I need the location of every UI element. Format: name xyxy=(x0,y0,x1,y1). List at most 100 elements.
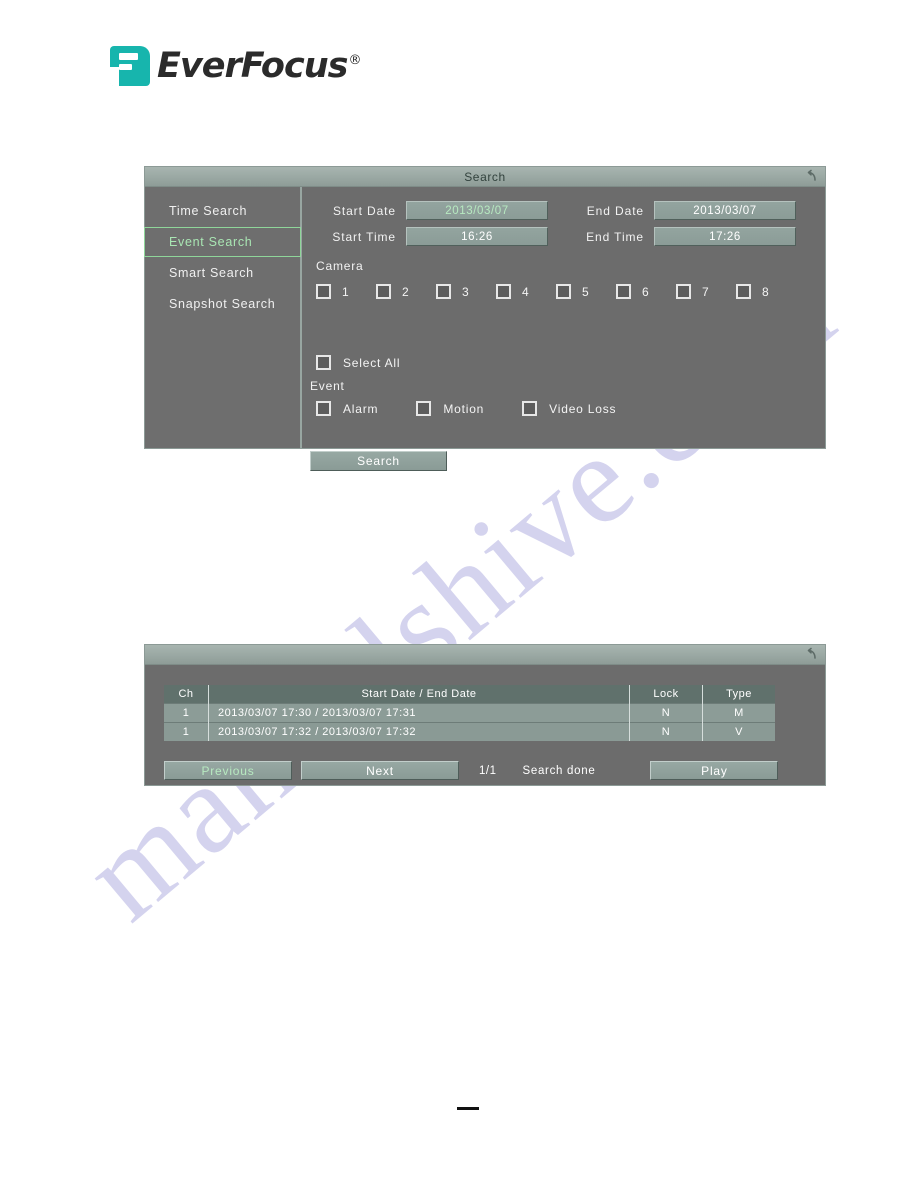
search-sidebar: Time Search Event Search Smart Search Sn… xyxy=(144,187,302,448)
end-date-input[interactable]: 2013/03/07 xyxy=(654,201,796,220)
cell-lock: N xyxy=(629,703,703,723)
table-header-row: Ch Start Date / End Date Lock Type xyxy=(164,685,775,704)
table-row[interactable]: 1 2013/03/07 17:32 / 2013/03/07 17:32 N … xyxy=(164,722,775,741)
end-date-label: End Date xyxy=(586,203,644,218)
camera-checkbox-2[interactable]: 2 xyxy=(376,284,436,299)
camera-checkbox-row: 1 2 3 4 5 6 7 8 xyxy=(316,284,806,299)
search-status-text: Search done xyxy=(522,764,596,777)
end-fields-column: End Date 2013/03/07 End Time 17:26 xyxy=(570,201,796,253)
end-time-row: End Time 17:26 xyxy=(570,227,796,246)
event-section-label: Event xyxy=(310,379,345,393)
datetime-fields: Start Date 2013/03/07 Start Time 16:26 E… xyxy=(314,201,796,253)
search-dialog-title: Search xyxy=(464,169,506,184)
sidebar-item-label: Time Search xyxy=(169,204,248,218)
back-arrow-icon[interactable] xyxy=(804,647,818,661)
start-date-label: Start Date xyxy=(332,203,396,218)
cell-lock: N xyxy=(629,722,703,741)
cell-ch: 1 xyxy=(164,703,209,723)
start-time-input[interactable]: 16:26 xyxy=(406,227,548,246)
column-header-date-range: Start Date / End Date xyxy=(208,685,630,704)
everfocus-logo-icon xyxy=(110,46,150,86)
checkbox-icon[interactable] xyxy=(316,355,331,370)
results-dialog-titlebar xyxy=(145,645,825,665)
checkbox-icon[interactable] xyxy=(522,401,538,416)
page-indicator: 1/1 xyxy=(479,764,497,777)
end-time-label: End Time xyxy=(586,229,644,244)
sidebar-item-snapshot-search[interactable]: Snapshot Search xyxy=(145,289,300,319)
next-page-button[interactable]: Next xyxy=(301,761,459,780)
checkbox-icon[interactable] xyxy=(416,401,432,416)
event-option-label: Motion xyxy=(443,401,485,416)
column-header-ch: Ch xyxy=(164,685,209,704)
end-time-input[interactable]: 17:26 xyxy=(654,227,796,246)
sidebar-item-label: Event Search xyxy=(169,235,253,249)
search-results-dialog: Ch Start Date / End Date Lock Type 1 201… xyxy=(145,645,825,785)
end-date-row: End Date 2013/03/07 xyxy=(570,201,796,220)
camera-number-label: 3 xyxy=(462,284,470,299)
camera-number-label: 5 xyxy=(582,284,590,299)
cell-ch: 1 xyxy=(164,722,209,741)
back-arrow-icon[interactable] xyxy=(804,169,818,183)
column-header-type: Type xyxy=(702,685,775,704)
sidebar-item-smart-search[interactable]: Smart Search xyxy=(145,258,300,288)
checkbox-icon[interactable] xyxy=(616,284,631,299)
brand-logo: EverFocus® xyxy=(110,45,361,86)
camera-number-label: 2 xyxy=(402,284,410,299)
camera-checkbox-3[interactable]: 3 xyxy=(436,284,496,299)
select-all-label: Select All xyxy=(343,355,401,370)
search-results-table: Ch Start Date / End Date Lock Type 1 201… xyxy=(164,685,775,741)
previous-page-button[interactable]: Previous xyxy=(164,761,292,780)
camera-checkbox-1[interactable]: 1 xyxy=(316,284,376,299)
camera-checkbox-8[interactable]: 8 xyxy=(736,284,796,299)
checkbox-icon[interactable] xyxy=(316,284,331,299)
cell-date-range: 2013/03/07 17:32 / 2013/03/07 17:32 xyxy=(208,722,630,741)
event-option-label: Video Loss xyxy=(549,401,617,416)
camera-checkbox-5[interactable]: 5 xyxy=(556,284,616,299)
search-form-panel: Start Date 2013/03/07 Start Time 16:26 E… xyxy=(302,187,825,471)
cell-date-range: 2013/03/07 17:30 / 2013/03/07 17:31 xyxy=(208,703,630,723)
camera-checkbox-4[interactable]: 4 xyxy=(496,284,556,299)
page-number-rule xyxy=(457,1107,479,1110)
select-all-checkbox[interactable]: Select All xyxy=(316,355,400,370)
event-checkbox-row: Alarm Motion Video Loss xyxy=(316,401,654,416)
sidebar-item-label: Smart Search xyxy=(169,266,254,280)
camera-checkbox-7[interactable]: 7 xyxy=(676,284,736,299)
checkbox-icon[interactable] xyxy=(496,284,511,299)
search-submit-button[interactable]: Search xyxy=(310,451,447,471)
sidebar-item-time-search[interactable]: Time Search xyxy=(145,196,300,226)
start-date-input[interactable]: 2013/03/07 xyxy=(406,201,548,220)
camera-number-label: 7 xyxy=(702,284,710,299)
checkbox-icon[interactable] xyxy=(736,284,751,299)
checkbox-icon[interactable] xyxy=(376,284,391,299)
event-checkbox-motion[interactable]: Motion xyxy=(416,401,484,416)
checkbox-icon[interactable] xyxy=(436,284,451,299)
registered-trademark-icon: ® xyxy=(348,52,361,68)
start-time-label: Start Time xyxy=(332,229,396,244)
event-option-label: Alarm xyxy=(343,401,379,416)
checkbox-icon[interactable] xyxy=(676,284,691,299)
start-date-row: Start Date 2013/03/07 xyxy=(314,201,548,220)
search-dialog: Search Time Search Event Search Smart Se… xyxy=(144,167,825,471)
cell-type: M xyxy=(702,703,775,723)
camera-section-label: Camera xyxy=(316,259,364,273)
table-row[interactable]: 1 2013/03/07 17:30 / 2013/03/07 17:31 N … xyxy=(164,703,775,723)
brand-name: EverFocus® xyxy=(157,45,361,86)
sidebar-item-label: Snapshot Search xyxy=(169,297,276,311)
checkbox-icon[interactable] xyxy=(316,401,331,416)
camera-section: Camera 1 2 3 4 5 6 7 8 xyxy=(316,259,806,299)
results-footer: Previous Next 1/1 Search done Play xyxy=(164,761,815,780)
event-checkbox-alarm[interactable]: Alarm xyxy=(316,401,378,416)
camera-number-label: 4 xyxy=(522,284,530,299)
camera-number-label: 6 xyxy=(642,284,650,299)
cell-type: V xyxy=(702,722,775,741)
sidebar-item-event-search[interactable]: Event Search xyxy=(144,227,301,257)
event-checkbox-video-loss[interactable]: Video Loss xyxy=(522,401,616,416)
checkbox-icon[interactable] xyxy=(556,284,571,299)
play-button[interactable]: Play xyxy=(650,761,779,780)
search-dialog-titlebar: Search xyxy=(145,167,825,187)
start-fields-column: Start Date 2013/03/07 Start Time 16:26 xyxy=(314,201,548,253)
camera-number-label: 8 xyxy=(762,284,770,299)
results-panel: Ch Start Date / End Date Lock Type 1 201… xyxy=(145,665,825,785)
start-time-row: Start Time 16:26 xyxy=(314,227,548,246)
camera-checkbox-6[interactable]: 6 xyxy=(616,284,676,299)
